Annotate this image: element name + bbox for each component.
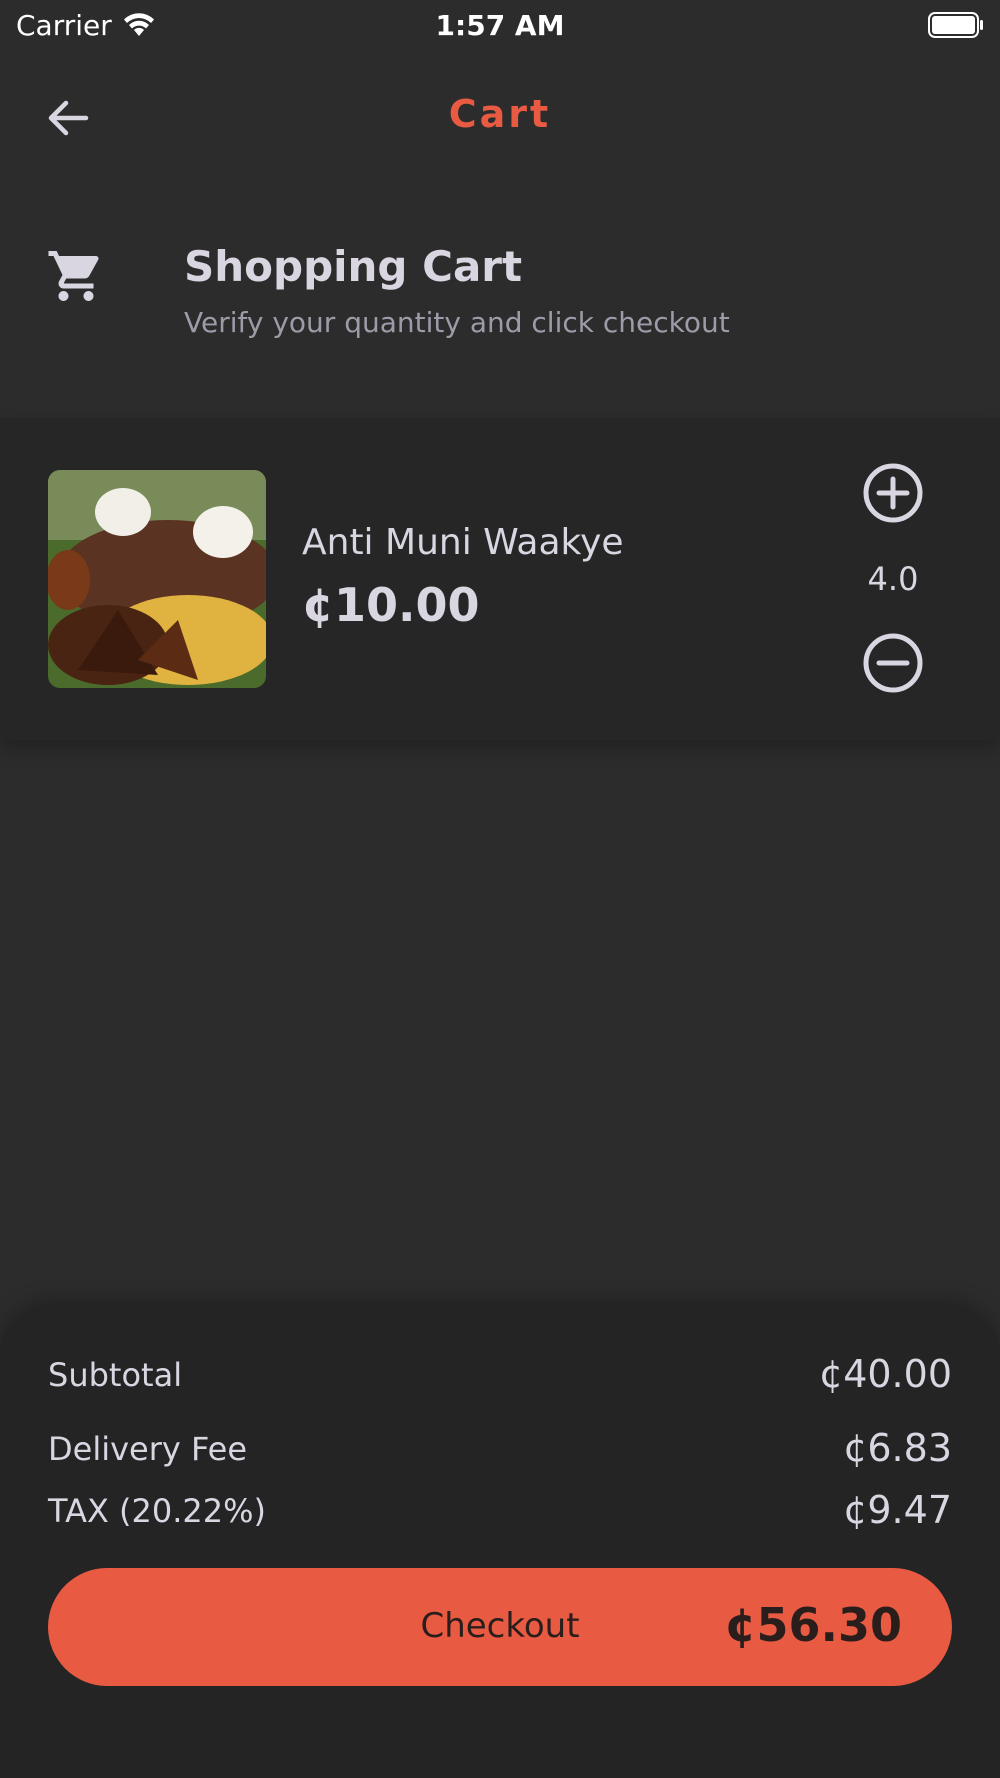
shopping-cart-icon: [48, 251, 99, 301]
status-bar: Carrier 1:57 AM: [0, 0, 1000, 50]
item-name: Anti Muni Waakye: [302, 522, 624, 563]
subtotal-label: Subtotal: [48, 1356, 183, 1394]
order-summary: Subtotal ¢40.00 Delivery Fee ¢6.83 TAX (…: [0, 1306, 1000, 1778]
page-title: Cart: [448, 92, 552, 136]
battery-icon: [928, 12, 983, 38]
cart-screen: Carrier 1:57 AM Cart Shopping Cart Verif…: [0, 0, 1000, 1778]
delivery-fee-label: Delivery Fee: [48, 1430, 248, 1468]
increase-quantity-button[interactable]: [862, 462, 924, 524]
section-subtitle: Verify your quantity and click checkout: [184, 306, 730, 339]
status-time: 1:57 AM: [435, 9, 565, 42]
checkout-button[interactable]: Checkout ¢56.30: [48, 1568, 952, 1686]
subtotal-value: ¢40.00: [819, 1352, 952, 1396]
decrease-quantity-button[interactable]: [862, 632, 924, 694]
item-price: ¢10.00: [302, 578, 480, 632]
quantity-value: 4.0: [867, 560, 919, 598]
section-title: Shopping Cart: [184, 242, 523, 291]
tax-value: ¢9.47: [843, 1488, 952, 1532]
delivery-fee-value: ¢6.83: [843, 1426, 952, 1470]
food-image: [48, 470, 266, 688]
cart-item: Anti Muni Waakye ¢10.00 4.0: [0, 418, 1000, 740]
tax-label: TAX (20.22%): [48, 1492, 267, 1530]
checkout-total: ¢56.30: [724, 1598, 902, 1652]
